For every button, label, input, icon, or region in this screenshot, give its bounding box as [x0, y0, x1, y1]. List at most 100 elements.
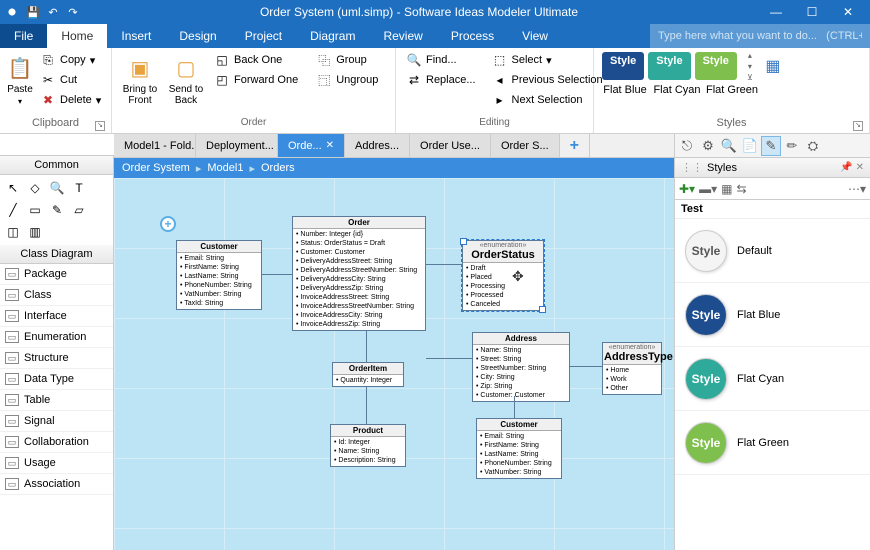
style-gallery-down[interactable]: ▾ [743, 61, 757, 71]
shape1-tool[interactable]: ▱ [70, 201, 88, 219]
uml-addresstype[interactable]: «enumeration»AddressType • Home• Work• O… [602, 342, 662, 395]
uml-customer[interactable]: Customer • Email: String• FirstName: Str… [176, 240, 262, 310]
add-tab-button[interactable]: + [560, 134, 590, 157]
toolbox-item[interactable]: ▭Association [0, 474, 113, 495]
toolbox-item[interactable]: ▭Class [0, 285, 113, 306]
delete-button[interactable]: ✖Delete ▾ [36, 90, 105, 110]
uml-orderstatus[interactable]: «enumeration»OrderStatus • Draft• Placed… [462, 240, 544, 311]
document-tab[interactable]: Deployment... [196, 134, 278, 157]
rt-icon-2[interactable]: ⚙ [698, 136, 718, 156]
uml-product[interactable]: Product • Id: Integer• Name: String• Des… [330, 424, 406, 467]
replace-button[interactable]: ⇄Replace... [402, 70, 480, 90]
style-tool-3[interactable]: ▦ [721, 182, 732, 196]
diamond-tool[interactable]: ◇ [26, 179, 44, 197]
cut-button[interactable]: ✂Cut [36, 70, 105, 90]
pin-icon[interactable]: 📌 ✕ [840, 162, 864, 173]
rect-tool[interactable]: ▭ [26, 201, 44, 219]
shape3-tool[interactable]: ▥ [26, 223, 44, 241]
rt-icon-6[interactable]: ✏ [782, 136, 802, 156]
line-tool[interactable]: ╱ [4, 201, 22, 219]
menu-review[interactable]: Review [369, 24, 436, 48]
search-input[interactable] [650, 24, 870, 48]
style-menu-icon[interactable]: ⋯▾ [848, 182, 866, 196]
rt-icon-1[interactable]: ⎋ [677, 136, 697, 156]
style-gallery-up[interactable]: ▴ [743, 50, 757, 60]
ungroup-button[interactable]: ⿹Ungroup [312, 70, 382, 90]
style-tool-2[interactable]: ▬▾ [699, 182, 717, 196]
send-back-button[interactable]: ▢Send to Back [164, 50, 208, 116]
rt-icon-7[interactable]: ⛭ [803, 136, 823, 156]
style-list-item[interactable]: StyleFlat Green [675, 411, 870, 475]
uml-order[interactable]: Order • Number: Integer {id}• Status: Or… [292, 216, 426, 331]
style-formatter-icon[interactable]: ▦ [763, 50, 783, 82]
toolbox-item[interactable]: ▭Structure [0, 348, 113, 369]
format-tool[interactable]: ✎ [48, 201, 66, 219]
crumb-2[interactable]: Model1 [207, 162, 243, 174]
toolbox-item[interactable]: ▭Usage [0, 453, 113, 474]
style-list-item[interactable]: StyleFlat Blue [675, 283, 870, 347]
menu-diagram[interactable]: Diagram [296, 24, 369, 48]
diagram-canvas[interactable]: + Customer • Email: String• FirstName: S… [114, 178, 674, 550]
minimize-button[interactable]: — [758, 0, 794, 24]
prev-selection-button[interactable]: ◂Previous Selection [488, 70, 607, 90]
document-tab[interactable]: Orde...✕ [278, 134, 345, 157]
menu-home[interactable]: Home [47, 24, 107, 48]
rt-icon-3[interactable]: 🔍 [719, 136, 739, 156]
menu-file[interactable]: File [0, 24, 47, 48]
uml-orderitem[interactable]: OrderItem • Quantity: Integer [332, 362, 404, 387]
toolbox-item[interactable]: ▭Interface [0, 306, 113, 327]
style-list-item[interactable]: StyleDefault [675, 219, 870, 283]
document-tab[interactable]: Order Use... [410, 134, 491, 157]
add-style-icon[interactable]: ✚▾ [679, 182, 695, 196]
close-button[interactable]: ✕ [830, 0, 866, 24]
back-one-button[interactable]: ◱Back One [210, 50, 302, 70]
crumb-1[interactable]: Order System [122, 162, 190, 174]
group-button[interactable]: ⿻Group [312, 50, 382, 70]
uml-customer2[interactable]: Customer • Email: String• FirstName: Str… [476, 418, 562, 479]
copy-button[interactable]: ⎘Copy ▾ [36, 50, 105, 70]
toolbox-class-header[interactable]: Class Diagram [0, 245, 113, 264]
zoom-tool[interactable]: 🔍 [48, 179, 66, 197]
style-tool-4[interactable]: ⇆ [736, 182, 746, 196]
tell-me-search[interactable] [650, 24, 870, 48]
add-element-icon[interactable]: + [160, 216, 176, 232]
menu-insert[interactable]: Insert [107, 24, 165, 48]
find-button[interactable]: 🔍Find... [402, 50, 480, 70]
style-chip-cyan[interactable]: Style [648, 52, 690, 80]
close-tab-icon[interactable]: ✕ [326, 140, 334, 151]
menu-project[interactable]: Project [231, 24, 296, 48]
document-tab[interactable]: Order S... [491, 134, 560, 157]
toolbox-item[interactable]: ▭Collaboration [0, 432, 113, 453]
style-chip-blue[interactable]: Style [602, 52, 644, 80]
text-tool[interactable]: T [70, 179, 88, 197]
toolbox-item[interactable]: ▭Enumeration [0, 327, 113, 348]
menu-design[interactable]: Design [165, 24, 230, 48]
document-tab[interactable]: Addres... [345, 134, 410, 157]
pointer-tool[interactable]: ↖ [4, 179, 22, 197]
bring-front-button[interactable]: ▣Bring to Front [118, 50, 162, 116]
toolbox-item[interactable]: ▭Table [0, 390, 113, 411]
rt-icon-styles[interactable]: ✎ [761, 136, 781, 156]
clipboard-launcher[interactable]: ↘ [95, 121, 105, 131]
crumb-3[interactable]: Orders [261, 162, 295, 174]
select-button[interactable]: ⬚Select ▾ [488, 50, 607, 70]
menu-view[interactable]: View [508, 24, 562, 48]
toolbox-item[interactable]: ▭Signal [0, 411, 113, 432]
toolbox-item[interactable]: ▭Package [0, 264, 113, 285]
styles-launcher[interactable]: ↘ [853, 121, 863, 131]
maximize-button[interactable]: ☐ [794, 0, 830, 24]
uml-address[interactable]: Address • Name: String• Street: String• … [472, 332, 570, 402]
redo-icon[interactable]: ↷ [66, 5, 80, 19]
rt-icon-4[interactable]: 📄 [740, 136, 760, 156]
toolbox-common-header[interactable]: Common [0, 156, 113, 175]
style-chip-green[interactable]: Style [695, 52, 737, 80]
shape2-tool[interactable]: ◫ [4, 223, 22, 241]
style-list-item[interactable]: StyleFlat Cyan [675, 347, 870, 411]
next-selection-button[interactable]: ▸Next Selection [488, 90, 607, 110]
forward-one-button[interactable]: ◰Forward One [210, 70, 302, 90]
toolbox-item[interactable]: ▭Data Type [0, 369, 113, 390]
paste-button[interactable]: 📋Paste▾ [6, 50, 34, 116]
undo-icon[interactable]: ↶ [46, 5, 60, 19]
style-gallery-more[interactable]: ⊻ [743, 72, 757, 82]
menu-process[interactable]: Process [437, 24, 508, 48]
